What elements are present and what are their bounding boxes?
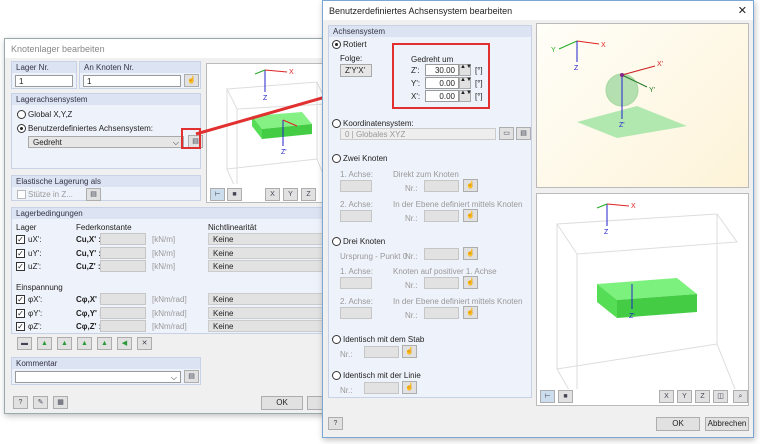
same-member-radio[interactable] — [332, 335, 341, 344]
node-desc-label: In der Ebene definiert mittels Knoten — [393, 200, 523, 209]
pick-icon[interactable]: ☝ — [463, 276, 478, 289]
line-select[interactable] — [364, 382, 399, 394]
three-nodes-label: Drei Knoten — [343, 237, 386, 246]
node-select[interactable] — [424, 277, 459, 289]
axis-y2-label: Y' — [649, 87, 655, 94]
dialog-title: Benutzerdefiniertes Achsensystem bearbei… — [323, 1, 753, 20]
rotated-label: Rotiert — [343, 40, 367, 49]
node-desc-label: Direkt zum Knoten — [393, 170, 459, 179]
sequence-label: Folge: — [340, 54, 363, 63]
same-member-label: Identisch mit dem Stab — [343, 335, 425, 344]
group-label: Achsensystem — [329, 26, 531, 37]
edit-coord-icon[interactable]: ▤ — [516, 127, 531, 140]
new-coord-icon[interactable]: ▭ — [499, 127, 514, 140]
axis-label: 2. Achse: — [340, 200, 373, 209]
pick-icon[interactable]: ☝ — [463, 247, 478, 260]
isometric-view-icon[interactable]: ◫ — [713, 390, 728, 403]
axis-x2-label: X' — [657, 61, 663, 68]
axis-select[interactable] — [340, 210, 372, 222]
view-z-icon[interactable]: Z — [695, 390, 710, 403]
axis-select[interactable] — [340, 277, 372, 289]
cancel-button[interactable]: Abbrechen — [705, 417, 749, 431]
highlight-box — [392, 43, 490, 109]
pick-icon[interactable]: ☝ — [402, 345, 417, 358]
sequence-value: Z'Y'X' — [345, 66, 366, 75]
node-select[interactable] — [424, 180, 459, 192]
nr-label: Nr.: — [340, 386, 353, 395]
nr-label: Nr.: — [405, 311, 418, 320]
nr-label: Nr.: — [340, 350, 353, 359]
ok-button[interactable]: OK — [656, 417, 700, 431]
axis-system-dialog: Benutzerdefiniertes Achsensystem bearbei… — [322, 0, 754, 438]
axis-z2-label: Z' — [619, 122, 625, 129]
render-mode-icon[interactable]: ■ — [558, 390, 573, 403]
pick-icon[interactable]: ☝ — [463, 179, 478, 192]
axis-label: 1. Achse: — [340, 267, 373, 276]
symbol-preview: X Y Z X' Y' Z' — [536, 23, 749, 188]
axis-label: 1. Achse: — [340, 170, 373, 179]
nr-label: Nr.: — [405, 214, 418, 223]
view-x-icon[interactable]: X — [659, 390, 674, 403]
three-nodes-radio[interactable] — [332, 237, 341, 246]
axis-z2-label: Z' — [629, 313, 635, 320]
member-select[interactable] — [364, 346, 399, 358]
two-nodes-label: Zwei Knoten — [343, 154, 388, 163]
same-line-radio[interactable] — [332, 371, 341, 380]
rotated-radio[interactable] — [332, 40, 341, 49]
zoom-all-icon[interactable]: ⌕ — [733, 390, 748, 403]
coord-system-select[interactable]: 0 | Globales XYZ — [340, 128, 496, 140]
axis-select[interactable] — [340, 180, 372, 192]
nr-label: Nr.: — [405, 252, 418, 261]
node-desc-label: In der Ebene definiert mittels Knoten — [393, 297, 523, 306]
axis-select[interactable] — [340, 307, 372, 319]
node-select[interactable] — [424, 307, 459, 319]
two-nodes-radio[interactable] — [332, 154, 341, 163]
help-icon[interactable]: ? — [328, 417, 343, 430]
origin-label: Ursprung - Punkt 0 — [340, 252, 408, 261]
coord-system-value: 0 | Globales XYZ — [345, 130, 406, 139]
axis-z-label: Z — [574, 65, 579, 72]
same-line-label: Identisch mit der Linie — [343, 371, 421, 380]
axis-x-label: X — [631, 203, 636, 210]
rotation-preview: X Z Z' ⊢ ■ X Y Z ◫ ⌕ — [536, 193, 749, 406]
axis-z-label: Z — [604, 229, 609, 236]
node-desc-label: Knoten auf positiver 1. Achse — [393, 267, 497, 276]
pick-icon[interactable]: ☝ — [463, 209, 478, 222]
rotated-support-3d-view: X Z Z' — [556, 203, 738, 405]
coord-system-radio[interactable] — [332, 119, 341, 128]
close-icon[interactable]: ✕ — [738, 4, 747, 17]
support-symbol-view: X Y Z X' Y' Z' — [551, 40, 687, 138]
axes-toggle-icon[interactable]: ⊢ — [540, 390, 555, 403]
view-y-icon[interactable]: Y — [677, 390, 692, 403]
pick-icon[interactable]: ☝ — [463, 306, 478, 319]
axis-y-label: Y — [551, 47, 556, 54]
sequence-select[interactable]: Z'Y'X' — [340, 64, 372, 77]
node-select[interactable] — [424, 210, 459, 222]
coord-system-label: Koordinatensystem: — [343, 119, 414, 128]
origin-node-select[interactable] — [424, 248, 459, 260]
pick-icon[interactable]: ☝ — [402, 381, 417, 394]
axis-label: 2. Achse: — [340, 297, 373, 306]
nr-label: Nr.: — [405, 184, 418, 193]
axis-x-label: X — [601, 42, 606, 49]
nr-label: Nr.: — [405, 281, 418, 290]
